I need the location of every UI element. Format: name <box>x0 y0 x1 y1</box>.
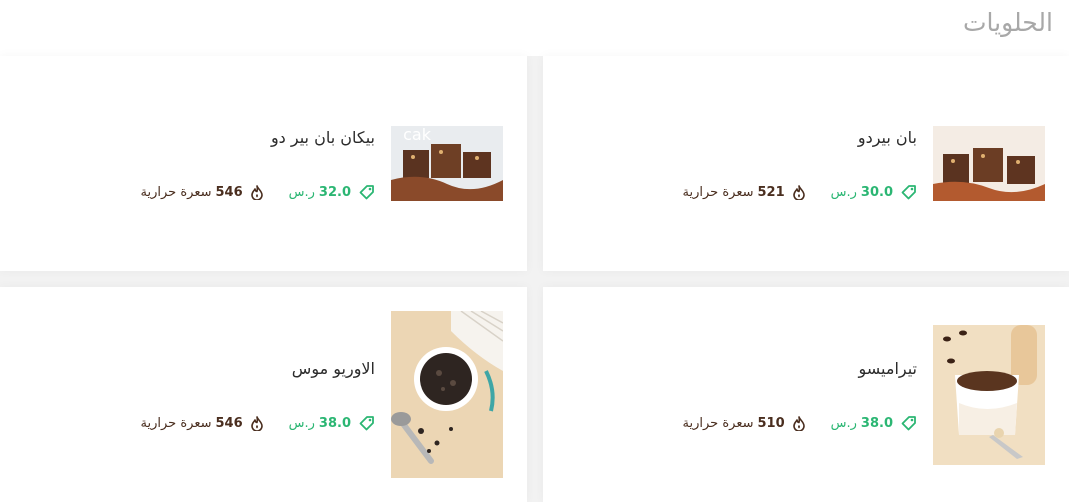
menu-item-card[interactable]: الاوريو موس 38.0 ر.س 546 سعرة حرارية <box>0 287 527 502</box>
calories-value: 510 <box>757 415 785 431</box>
item-meta: 38.0 ر.س 510 سعرة حرارية <box>683 415 917 431</box>
svg-text:cak: cak <box>403 126 432 144</box>
price-value: 38.0 <box>860 415 893 431</box>
item-meta: 32.0 ر.س 546 سعرة حرارية <box>141 184 375 200</box>
calories-value: 521 <box>757 184 785 200</box>
calories-unit: سعرة حرارية <box>682 415 754 431</box>
item-image: cak <box>391 126 503 201</box>
calories: 546 سعرة حرارية <box>141 185 263 200</box>
section-header: الحلويات <box>0 0 1069 56</box>
calories-unit: سعرة حرارية <box>140 415 212 431</box>
item-image <box>933 325 1045 465</box>
item-name: الاوريو موس <box>291 359 375 378</box>
item-meta: 30.0 ر.س 521 سعرة حرارية <box>683 184 917 200</box>
tag-icon <box>901 184 917 200</box>
currency: ر.س <box>830 184 857 200</box>
tag-icon <box>901 415 917 431</box>
flame-icon <box>792 415 805 431</box>
menu-item-card[interactable]: تيراميسو 38.0 ر.س 510 سعرة حرارية <box>543 287 1069 502</box>
menu-item-card[interactable]: cak بيكان بان بير دو 32.0 ر.س 546 سعرة ح… <box>0 56 527 271</box>
price: 30.0 ر.س <box>831 184 917 200</box>
menu-item-card[interactable]: بان بيردو 30.0 ر.س 521 سعرة حرارية <box>543 56 1069 271</box>
item-image <box>933 126 1045 201</box>
currency: ر.س <box>288 415 315 431</box>
calories-value: 546 <box>215 415 243 431</box>
item-name: تيراميسو <box>858 359 918 378</box>
calories: 510 سعرة حرارية <box>683 416 805 431</box>
price-value: 32.0 <box>318 184 351 200</box>
price: 32.0 ر.س <box>289 184 375 200</box>
calories: 546 سعرة حرارية <box>141 416 263 431</box>
calories-unit: سعرة حرارية <box>140 184 212 200</box>
price-value: 30.0 <box>860 184 893 200</box>
calories-value: 546 <box>215 184 243 200</box>
item-name: بان بيردو <box>857 128 917 147</box>
tag-icon <box>359 184 375 200</box>
tag-icon <box>359 415 375 431</box>
item-image <box>391 311 503 478</box>
flame-icon <box>792 184 805 200</box>
flame-icon <box>250 415 263 431</box>
price: 38.0 ر.س <box>831 415 917 431</box>
section-title: الحلويات <box>962 8 1053 37</box>
price: 38.0 ر.س <box>289 415 375 431</box>
item-meta: 38.0 ر.س 546 سعرة حرارية <box>141 415 375 431</box>
currency: ر.س <box>830 415 857 431</box>
price-value: 38.0 <box>318 415 351 431</box>
item-name: بيكان بان بير دو <box>270 128 375 147</box>
currency: ر.س <box>288 184 315 200</box>
calories-unit: سعرة حرارية <box>682 184 754 200</box>
flame-icon <box>250 184 263 200</box>
calories: 521 سعرة حرارية <box>683 185 805 200</box>
